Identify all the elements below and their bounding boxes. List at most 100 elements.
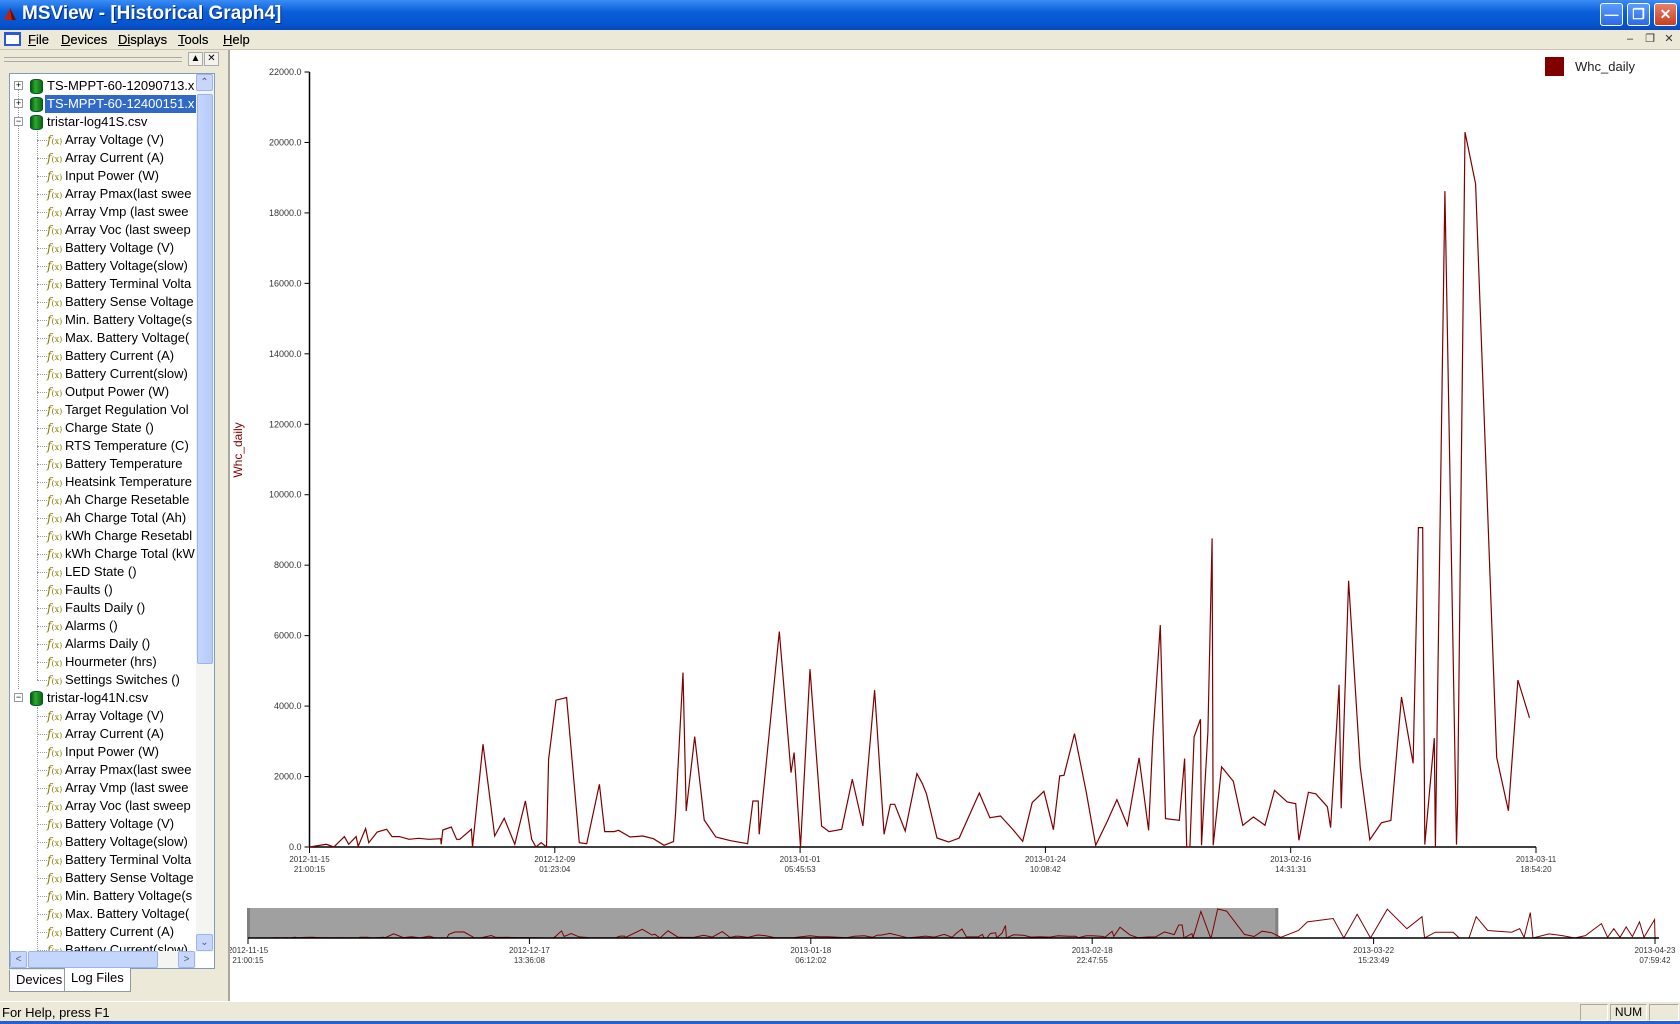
tree-connector <box>37 626 47 627</box>
tree-channel-label: Ah Charge Total (Ah) <box>65 510 187 525</box>
legend-label: Whc_daily <box>1575 59 1635 74</box>
x-tick-time: 18:54:20 <box>1520 865 1552 874</box>
status-panel-caps <box>1580 1004 1608 1021</box>
menu-tools[interactable]: Tools Tools <box>178 32 208 47</box>
tab-log-files[interactable]: Log Files <box>64 968 131 992</box>
title-bar: MSView - [Historical Graph4] — ❐ ✕ <box>0 0 1680 30</box>
tree-connector <box>37 752 47 753</box>
scroll-left-button[interactable]: < <box>10 951 27 968</box>
tree-connector <box>37 446 47 447</box>
tree-connector <box>37 662 47 663</box>
function-icon: f(x) <box>47 871 63 885</box>
y-tick-label: 14000.0 <box>269 349 302 359</box>
expand-icon[interactable]: + <box>14 99 23 108</box>
y-tick-label: 10000.0 <box>269 490 302 500</box>
tree-channel-label: Array Vmp (last swee <box>65 204 189 219</box>
mdi-minimize-button[interactable]: – <box>1622 32 1638 47</box>
legend-swatch <box>1545 57 1564 76</box>
tree-connector <box>37 338 47 339</box>
tree-connector <box>37 230 47 231</box>
overview-x-tick-time: 07:59:42 <box>1639 956 1671 965</box>
scroll-down-button[interactable]: ⌄ <box>196 934 213 951</box>
function-icon: f(x) <box>47 385 63 399</box>
x-tick-time: 21:00:15 <box>294 865 326 874</box>
menu-devices[interactable]: Devices Devices <box>61 32 107 47</box>
tree-device-3[interactable]: − tristar-log41N.csv <box>10 689 196 707</box>
vertical-scrollbar[interactable]: ⌃ ⌄ <box>196 74 214 952</box>
minimize-button[interactable]: — <box>1600 3 1623 26</box>
scroll-up-button[interactable]: ⌃ <box>196 74 213 91</box>
x-tick-date: 2012-12-09 <box>534 855 575 864</box>
overview-selection[interactable] <box>248 908 1278 938</box>
close-button[interactable]: ✕ <box>1654 3 1677 26</box>
tree-connector <box>37 554 47 555</box>
overview-selection-left-handle[interactable] <box>247 908 250 938</box>
horizontal-scrollbar[interactable]: < > <box>10 951 196 968</box>
function-icon: f(x) <box>47 601 63 615</box>
pane-close-button[interactable]: ✕ <box>204 52 219 66</box>
x-tick-time: 10:08:42 <box>1030 865 1062 874</box>
function-icon: f(x) <box>47 619 63 633</box>
database-icon <box>30 691 43 706</box>
tree-channel-label: Battery Voltage (V) <box>65 816 175 831</box>
tree-connector <box>37 824 47 825</box>
tree-channel-label: Faults Daily () <box>65 600 146 615</box>
function-icon: f(x) <box>47 457 63 471</box>
document-icon[interactable] <box>4 32 21 46</box>
y-axis-label: Whc_daily <box>231 422 245 477</box>
menu-displays-mnemonic: Displays <box>118 32 168 47</box>
tree-channel-label: Array Voltage (V) <box>65 132 164 147</box>
tree-connector <box>37 248 47 249</box>
x-tick-date: 2013-01-01 <box>780 855 821 864</box>
y-tick-label: 12000.0 <box>269 419 302 429</box>
overview-selection-right-handle[interactable] <box>1275 908 1279 938</box>
function-icon: f(x) <box>47 241 63 255</box>
collapse-icon[interactable]: − <box>14 693 23 702</box>
tree-connector <box>37 428 47 429</box>
tree-connector <box>37 284 47 285</box>
status-bar: For Help, press F1 NUM <box>0 1001 1680 1021</box>
function-icon: f(x) <box>47 421 63 435</box>
tree-connector <box>37 482 47 483</box>
chart[interactable]: 0.0 2000.0 4000.0 6000.0 8000.0 10000.0 12000.… <box>230 50 1680 1001</box>
pane-grip[interactable] <box>4 57 182 62</box>
y-tick-label: 20000.0 <box>269 137 302 147</box>
tree-device-label: tristar-log41N.csv <box>47 690 149 705</box>
status-panel-scroll <box>1649 1004 1679 1021</box>
tree-device-0[interactable]: + TS-MPPT-60-12090713.x <box>10 77 196 95</box>
tree-device-1[interactable]: + TS-MPPT-60-12400151.x <box>10 95 196 113</box>
tree-connector <box>37 680 47 681</box>
menu-displays[interactable]: Displays Displays <box>118 32 167 47</box>
menu-file[interactable]: File File <box>28 32 49 47</box>
tab-devices[interactable]: Devices <box>9 970 70 992</box>
y-tick-label: 18000.0 <box>269 208 302 218</box>
scrollbar-thumb[interactable] <box>197 94 213 664</box>
mdi-close-button[interactable]: ✕ <box>1661 32 1677 47</box>
mdi-restore-button[interactable]: ❐ <box>1642 32 1658 47</box>
restore-button[interactable]: ❐ <box>1627 3 1650 26</box>
tree-channel-label: Hourmeter (hrs) <box>65 654 157 669</box>
tree-channel-label: Array Current (A) <box>65 150 164 165</box>
tree-connector <box>37 194 47 195</box>
pane-expand-button[interactable]: ▲ <box>188 52 203 66</box>
overview-x-tick-date: 2013-01-18 <box>790 946 831 955</box>
overview-x-tick-date: 2012-12-17 <box>509 946 550 955</box>
tree-channel-label: Output Power (W) <box>65 384 170 399</box>
y-tick-label: 22000.0 <box>269 67 302 77</box>
x-tick-date: 2012-11-15 <box>289 855 330 864</box>
tree-device-2[interactable]: − tristar-log41S.csv <box>10 113 196 131</box>
menu-help[interactable]: Help Help <box>223 32 250 47</box>
scrollbar-thumb[interactable] <box>28 951 158 968</box>
tree-channel-label: Battery Terminal Volta <box>65 276 192 291</box>
tree-channel-label: Battery Voltage(slow) <box>65 834 188 849</box>
tree-connector <box>37 770 47 771</box>
scroll-right-button[interactable]: > <box>178 951 195 968</box>
collapse-icon[interactable]: − <box>14 117 23 126</box>
function-icon: f(x) <box>47 277 63 291</box>
device-tree[interactable]: + TS-MPPT-60-12090713.x + TS-MPPT-60-124001… <box>9 73 215 969</box>
expand-icon[interactable]: + <box>14 81 23 90</box>
function-icon: f(x) <box>47 547 63 561</box>
series-line-whc-daily <box>309 131 1531 849</box>
tree-connector <box>37 410 47 411</box>
tree-channel-label: Max. Battery Voltage( <box>65 330 190 345</box>
